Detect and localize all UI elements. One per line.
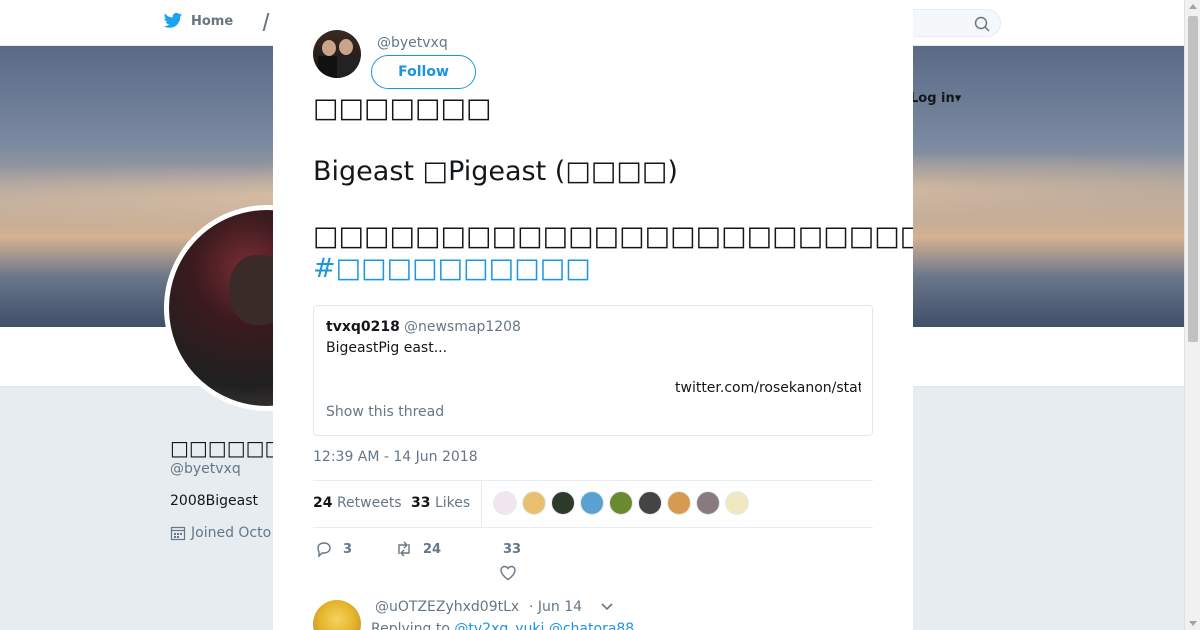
page-scrollbar[interactable] <box>1184 0 1200 630</box>
page: Home Log in▾ □□□□□□□□ @byetvxq 2008Bigea… <box>0 0 1200 630</box>
liker-avatar[interactable] <box>725 491 749 515</box>
avatar-person-2 <box>339 39 353 55</box>
likes-count: 33 <box>411 495 431 511</box>
replying-to: Replying to @tv2xq_yuki @chatora88 <box>371 621 634 630</box>
retweet-action-count: 24 <box>423 541 442 557</box>
scroll-down-icon[interactable] <box>1189 621 1197 626</box>
liker-avatar[interactable] <box>493 491 517 515</box>
tweet-stats: 24 Retweets 33 Likes <box>313 480 873 528</box>
liker-avatar[interactable] <box>609 491 633 515</box>
heart-icon[interactable] <box>499 564 517 582</box>
liker-avatar[interactable] <box>522 491 546 515</box>
liker-avatar[interactable] <box>551 491 575 515</box>
liker-avatar[interactable] <box>667 491 691 515</box>
quoted-link[interactable]: twitter.com/rosekanon/status <box>675 380 861 396</box>
likes-label: Likes <box>434 495 471 511</box>
retweet-button[interactable]: 24 <box>395 540 441 558</box>
tweet-text-line-3: □□□□□□□□□□□□□□□□□□□□□□□□Why□□□□□□□□□□□□□… <box>313 221 913 252</box>
avatar-body-1 <box>318 56 338 78</box>
stats-divider <box>481 481 482 527</box>
tweet-hashtag-link[interactable]: #□□□□□□□□□□ <box>313 253 591 284</box>
tweet-author-handle[interactable]: @byetvxq <box>377 35 448 51</box>
avatar-person-1 <box>322 40 336 56</box>
liker-avatar[interactable] <box>638 491 662 515</box>
reply-count: 3 <box>343 541 353 557</box>
reply-date[interactable]: · Jun 14 <box>529 599 582 615</box>
quoted-author-name: tvxq0218 <box>326 319 400 335</box>
quoted-tweet[interactable]: tvxq0218 @newsmap1208 BigeastPig east...… <box>313 305 873 436</box>
tweet-timestamp[interactable]: 12:39 AM - 14 Jun 2018 <box>313 449 478 465</box>
likes-stat[interactable]: 33 Likes <box>411 495 470 511</box>
tweet-text-line-1: □□□□□□□ <box>313 93 492 124</box>
retweets-count: 24 <box>313 495 333 511</box>
scroll-up-icon[interactable] <box>1189 4 1197 9</box>
follow-button[interactable]: Follow <box>371 55 476 89</box>
avatar-body-2 <box>337 55 357 78</box>
replying-to-prefix: Replying to <box>371 621 450 630</box>
liker-avatar[interactable] <box>696 491 720 515</box>
reply-button[interactable]: 3 <box>315 540 352 558</box>
tweet-actions: 3 24 33 <box>313 540 873 586</box>
reply-mention-1[interactable]: @tv2xq_yuki <box>454 621 544 630</box>
quoted-author-handle: @newsmap1208 <box>404 319 521 335</box>
chevron-down-icon[interactable] <box>600 602 614 612</box>
quoted-text: BigeastPig east... <box>326 340 448 356</box>
like-action-count: 33 <box>503 542 522 557</box>
retweets-stat[interactable]: 24 Retweets <box>313 495 402 511</box>
tweet-author-avatar[interactable] <box>313 30 361 78</box>
tweet-modal: @byetvxq Follow □□□□□□□ Bigeast □Pigeast… <box>273 0 913 630</box>
liker-avatars <box>493 491 749 515</box>
show-thread-link[interactable]: Show this thread <box>326 404 444 420</box>
retweets-label: Retweets <box>336 495 402 511</box>
reply-author-handle[interactable]: @uOTZEZyhxd09tLx <box>375 599 519 615</box>
tweet-text-line-2: Bigeast □Pigeast (□□□□) <box>313 156 678 187</box>
scroll-thumb[interactable] <box>1188 16 1198 342</box>
reply-icon <box>317 542 331 558</box>
reply-author-avatar[interactable] <box>313 600 361 630</box>
liker-avatar[interactable] <box>580 491 604 515</box>
reply-mention-2[interactable]: @chatora88 <box>549 621 634 630</box>
close-icon[interactable] <box>1154 12 1180 38</box>
retweet-icon <box>398 541 410 557</box>
